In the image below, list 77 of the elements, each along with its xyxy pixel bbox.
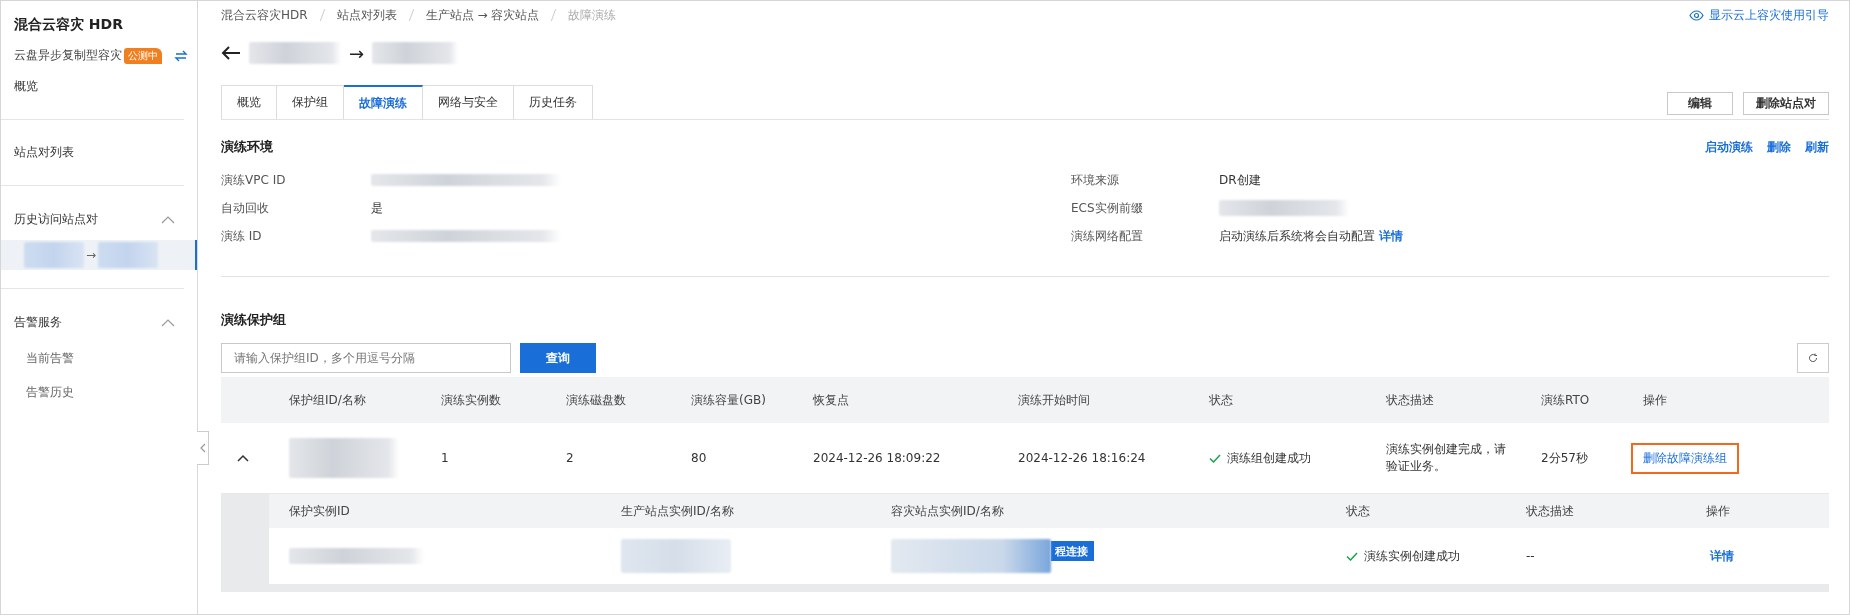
- column-header: 恢复点: [812, 391, 850, 409]
- collapse-row-icon[interactable]: [237, 454, 249, 462]
- details-link[interactable]: 详情: [1379, 227, 1403, 245]
- chevron-icon[interactable]: [161, 215, 175, 224]
- column-header: 操作: [1642, 391, 1668, 409]
- sidebar-item[interactable]: 当前告警: [1, 343, 197, 373]
- field-label: 演练网络配置: [1071, 227, 1144, 245]
- status-text: 演练组创建成功: [1227, 449, 1311, 467]
- column-header: 演练实例数: [440, 391, 502, 409]
- switch-icon[interactable]: [174, 49, 188, 62]
- breadcrumb-link[interactable]: 混合云容灾HDR: [221, 6, 308, 24]
- query-button[interactable]: 查询: [520, 343, 596, 373]
- sidebar-item[interactable]: →: [1, 240, 197, 270]
- section-title: 演练保护组: [221, 311, 287, 329]
- column-header: 演练RTO: [1540, 391, 1591, 409]
- header-button[interactable]: 编辑: [1667, 92, 1733, 115]
- tab[interactable]: 网络与安全: [423, 85, 514, 119]
- product-title: 混合云容灾 HDR: [13, 15, 124, 34]
- action-link[interactable]: 启动演练: [1705, 138, 1753, 156]
- field-label: 演练 ID: [221, 227, 263, 245]
- table-cell-text: 演练实例创建完成，请验证业务。: [1386, 441, 1507, 475]
- column-header: 演练容量(GB): [690, 391, 767, 409]
- tab[interactable]: 故障演练: [344, 85, 423, 119]
- column-header: 状态描述: [1525, 502, 1575, 520]
- sidebar-item[interactable]: 站点对列表: [1, 120, 197, 185]
- breadcrumb-link[interactable]: 生产站点 → 容灾站点: [425, 6, 540, 24]
- tab[interactable]: 历史任务: [514, 85, 593, 119]
- refresh-icon: [1808, 353, 1818, 363]
- action-link[interactable]: 删除: [1767, 138, 1791, 156]
- table-cell-text: 2: [565, 451, 575, 465]
- delete-group-link[interactable]: 删除故障演练组: [1631, 442, 1739, 474]
- collapse-handle[interactable]: [197, 431, 209, 465]
- column-header: 演练开始时间: [1017, 391, 1091, 409]
- column-header: 保护组ID/名称: [288, 391, 367, 409]
- column-header: 演练磁盘数: [565, 391, 627, 409]
- field-label: ECS实例前缀: [1071, 199, 1144, 217]
- table-cell-text: 2024-12-26 18:09:22: [812, 451, 942, 465]
- tab[interactable]: 概览: [221, 85, 277, 119]
- tab[interactable]: 保护组: [277, 85, 344, 119]
- table-cell-text: 1: [440, 451, 450, 465]
- eye-icon: [1689, 9, 1704, 21]
- status-text: 演练实例创建成功: [1364, 547, 1460, 565]
- action-link[interactable]: 刷新: [1805, 138, 1829, 156]
- section-title: 演练环境: [221, 138, 273, 156]
- chevron-icon[interactable]: [161, 318, 175, 327]
- column-header: 保护实例ID: [288, 502, 351, 520]
- field-value: DR创建: [1219, 171, 1261, 189]
- column-header: 容灾站点实例ID/名称: [890, 502, 1005, 520]
- beta-badge: 公测中: [124, 47, 162, 64]
- breadcrumb-link[interactable]: 站点对列表: [336, 6, 397, 24]
- column-header: 生产站点实例ID/名称: [620, 502, 735, 520]
- field-value: 启动演练后系统将会自动配置: [1219, 227, 1375, 245]
- table-cell-text: 2024-12-26 18:16:24: [1017, 451, 1147, 465]
- header-button[interactable]: 删除站点对: [1743, 92, 1829, 115]
- column-header: 状态描述: [1385, 391, 1435, 409]
- guide-link[interactable]: 显示云上容灾使用引导: [1689, 6, 1829, 24]
- field-value: 是: [371, 199, 383, 217]
- connect-button[interactable]: 程连接: [1051, 541, 1094, 561]
- field-label: 环境来源: [1071, 171, 1120, 189]
- page-title: →: [349, 42, 365, 64]
- column-header: 状态: [1345, 502, 1371, 520]
- refresh-button[interactable]: [1797, 343, 1829, 373]
- sidebar-group-title[interactable]: 告警服务: [14, 314, 62, 331]
- table-cell-text: 2分57秒: [1540, 449, 1589, 467]
- product-subtitle: 云盘异步复制型容灾: [14, 47, 122, 64]
- sidebar-group-title[interactable]: 历史访问站点对: [14, 211, 98, 228]
- search-field[interactable]: 请输入保护组ID，多个用逗号分隔: [221, 343, 511, 373]
- column-header: 操作: [1705, 502, 1731, 520]
- sidebar-item[interactable]: 告警历史: [1, 377, 197, 407]
- table-cell-text: --: [1525, 549, 1536, 563]
- table-cell-text: 80: [690, 451, 708, 465]
- field-label: 自动回收: [221, 199, 270, 217]
- column-header: 状态: [1208, 391, 1234, 409]
- details-link[interactable]: 详情: [1710, 547, 1734, 565]
- field-label: 演练VPC ID: [221, 171, 287, 189]
- sidebar-item[interactable]: 概览: [1, 64, 197, 119]
- back-arrow-icon[interactable]: [221, 45, 241, 61]
